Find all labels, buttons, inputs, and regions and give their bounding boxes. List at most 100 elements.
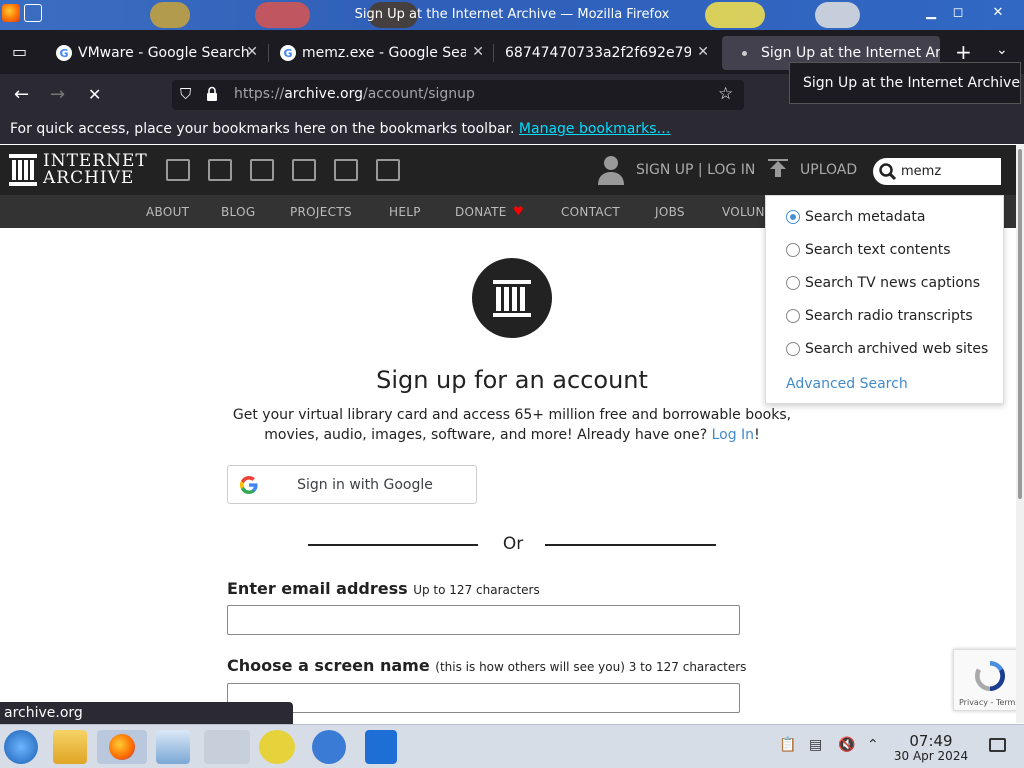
divider-right bbox=[545, 544, 716, 546]
search-option-text[interactable]: Search text contents bbox=[786, 242, 951, 258]
video-icon[interactable] bbox=[166, 159, 190, 181]
firefox-logo-icon bbox=[109, 734, 135, 760]
volume-muted-icon[interactable]: 🔇 bbox=[838, 737, 855, 753]
search-option-radio[interactable]: Search radio transcripts bbox=[786, 308, 973, 324]
upload-text: UPLOAD bbox=[800, 162, 858, 178]
search-option-web[interactable]: Search archived web sites bbox=[786, 341, 988, 357]
manage-bookmarks-link[interactable]: Manage bookmarks… bbox=[519, 121, 671, 137]
images-icon[interactable] bbox=[376, 159, 400, 181]
firefox-view-icon[interactable]: ▭ bbox=[12, 42, 27, 61]
stop-loading-button[interactable]: ✕ bbox=[88, 85, 101, 104]
tab-memz[interactable]: G memz.exe - Google Search ✕ bbox=[268, 36, 492, 70]
email-label: Enter email address Up to 127 characters bbox=[227, 579, 540, 598]
film-icon[interactable] bbox=[250, 159, 274, 181]
or-separator: Or bbox=[502, 534, 524, 554]
clipboard-icon[interactable]: 📋 bbox=[779, 737, 796, 753]
bookmark-star-icon[interactable]: ☆ bbox=[718, 84, 733, 104]
nav-contact[interactable]: CONTACT bbox=[561, 205, 620, 219]
start-menu-icon[interactable] bbox=[4, 730, 38, 764]
ia-logo[interactable]: INTERNET ARCHIVE bbox=[9, 153, 148, 187]
kde-icon[interactable] bbox=[365, 730, 397, 764]
file-manager-icon[interactable] bbox=[53, 730, 87, 764]
window-titlebar: Sign Up at the Internet Archive — Mozill… bbox=[0, 0, 1024, 30]
tab-vmware[interactable]: G VMware - Google Search ✕ bbox=[44, 36, 266, 70]
signup-description: Get your virtual library card and access… bbox=[232, 407, 792, 443]
nav-blog[interactable]: BLOG bbox=[221, 205, 255, 219]
search-value: memz bbox=[901, 164, 942, 179]
tab-tooltip: Sign Up at the Internet Archive bbox=[789, 62, 1021, 104]
firefox-taskbar-icon[interactable] bbox=[97, 730, 147, 764]
ia-temple-logo bbox=[472, 258, 552, 338]
screenname-hint: (this is how others will see you) 3 to 1… bbox=[435, 660, 747, 674]
google-favicon-icon: G bbox=[280, 45, 296, 61]
tab-label: 68747470733a2f2f692e7977 bbox=[505, 45, 691, 61]
google-favicon-icon: G bbox=[56, 45, 72, 61]
recaptcha-text[interactable]: Privacy - Terms bbox=[959, 698, 1020, 707]
maximize-button[interactable]: ◻ bbox=[948, 4, 968, 22]
option-label: Search metadata bbox=[805, 209, 926, 225]
show-desktop-icon[interactable] bbox=[989, 738, 1006, 752]
av-app-icon[interactable] bbox=[259, 730, 295, 764]
scrollbar-thumb[interactable] bbox=[1018, 149, 1022, 499]
radio-selected-icon[interactable] bbox=[786, 210, 800, 224]
chevron-up-icon[interactable]: ⌃ bbox=[867, 737, 879, 753]
audio-icon[interactable] bbox=[292, 159, 316, 181]
divider-left bbox=[308, 544, 478, 546]
screenname-label: Choose a screen name (this is how others… bbox=[227, 656, 747, 675]
text-editor-icon[interactable] bbox=[204, 730, 250, 764]
upload-link[interactable]: UPLOAD bbox=[768, 154, 857, 186]
page-scrollbar[interactable] bbox=[1016, 145, 1024, 723]
url-bar[interactable]: ⛉ https://archive.org/account/signup ☆ bbox=[172, 80, 744, 110]
page-title: Sign up for an account bbox=[376, 366, 648, 394]
clock-time: 07:49 bbox=[909, 732, 953, 750]
screenname-field[interactable] bbox=[227, 683, 740, 713]
status-bar: archive.org bbox=[0, 702, 293, 724]
nav-projects[interactable]: PROJECTS bbox=[290, 205, 352, 219]
radio-icon[interactable] bbox=[786, 243, 800, 257]
nav-about[interactable]: ABOUT bbox=[146, 205, 189, 219]
software-icon[interactable] bbox=[334, 159, 358, 181]
ia-top-header: INTERNET ARCHIVE SIGN UP | LOG IN UPLOAD bbox=[0, 145, 1024, 195]
tab-hex[interactable]: 68747470733a2f2f692e7977 ✕ bbox=[493, 36, 717, 70]
clock[interactable]: 07:49 30 Apr 2024 bbox=[893, 733, 969, 763]
close-tab-icon[interactable]: ✕ bbox=[246, 44, 258, 60]
back-button[interactable]: ← bbox=[14, 84, 29, 105]
new-tab-button[interactable]: + bbox=[955, 40, 972, 64]
shield-icon[interactable]: ⛉ bbox=[180, 85, 191, 103]
close-window-button[interactable]: ✕ bbox=[988, 4, 1008, 22]
recaptcha-badge[interactable]: Privacy - Terms bbox=[953, 649, 1024, 711]
option-label: Search radio transcripts bbox=[805, 308, 973, 324]
lock-icon[interactable] bbox=[206, 86, 218, 102]
search-option-metadata[interactable]: Search metadata bbox=[786, 209, 925, 225]
system-settings-icon[interactable] bbox=[156, 730, 190, 764]
nav-volunteer[interactable]: VOLUN bbox=[722, 205, 765, 219]
google-signin-button[interactable]: Sign in with Google bbox=[227, 465, 477, 504]
tab-label: memz.exe - Google Search bbox=[302, 45, 466, 61]
notes-icon[interactable]: ▤ bbox=[809, 737, 822, 753]
app-launcher-icon[interactable] bbox=[312, 730, 346, 764]
login-link[interactable]: Log In bbox=[712, 427, 754, 443]
radio-icon[interactable] bbox=[786, 309, 800, 323]
bookmarks-message: For quick access, place your bookmarks h… bbox=[10, 121, 515, 137]
email-field[interactable] bbox=[227, 605, 740, 635]
signup-login-link[interactable]: SIGN UP | LOG IN bbox=[598, 154, 755, 186]
list-all-tabs-icon[interactable]: ⌄ bbox=[996, 42, 1008, 58]
nav-donate[interactable]: DONATE bbox=[455, 205, 507, 219]
search-icon[interactable] bbox=[879, 162, 897, 181]
radio-icon[interactable] bbox=[786, 342, 800, 356]
radio-icon[interactable] bbox=[786, 276, 800, 290]
close-tab-icon[interactable]: ✕ bbox=[472, 44, 484, 60]
forward-button[interactable]: → bbox=[50, 84, 65, 105]
user-icon bbox=[598, 156, 624, 185]
option-label: Search text contents bbox=[805, 242, 951, 258]
tab-label: VMware - Google Search bbox=[78, 45, 250, 61]
bookmarks-toolbar: For quick access, place your bookmarks h… bbox=[0, 116, 1024, 144]
texts-icon[interactable] bbox=[208, 159, 232, 181]
close-tab-icon[interactable]: ✕ bbox=[697, 44, 709, 60]
nav-jobs[interactable]: JOBS bbox=[655, 205, 685, 219]
search-option-tv[interactable]: Search TV news captions bbox=[786, 275, 980, 291]
ia-search-input[interactable]: memz bbox=[873, 158, 1001, 185]
nav-help[interactable]: HELP bbox=[389, 205, 421, 219]
email-hint: Up to 127 characters bbox=[413, 583, 540, 597]
minimize-button[interactable]: ▁ bbox=[921, 4, 941, 22]
